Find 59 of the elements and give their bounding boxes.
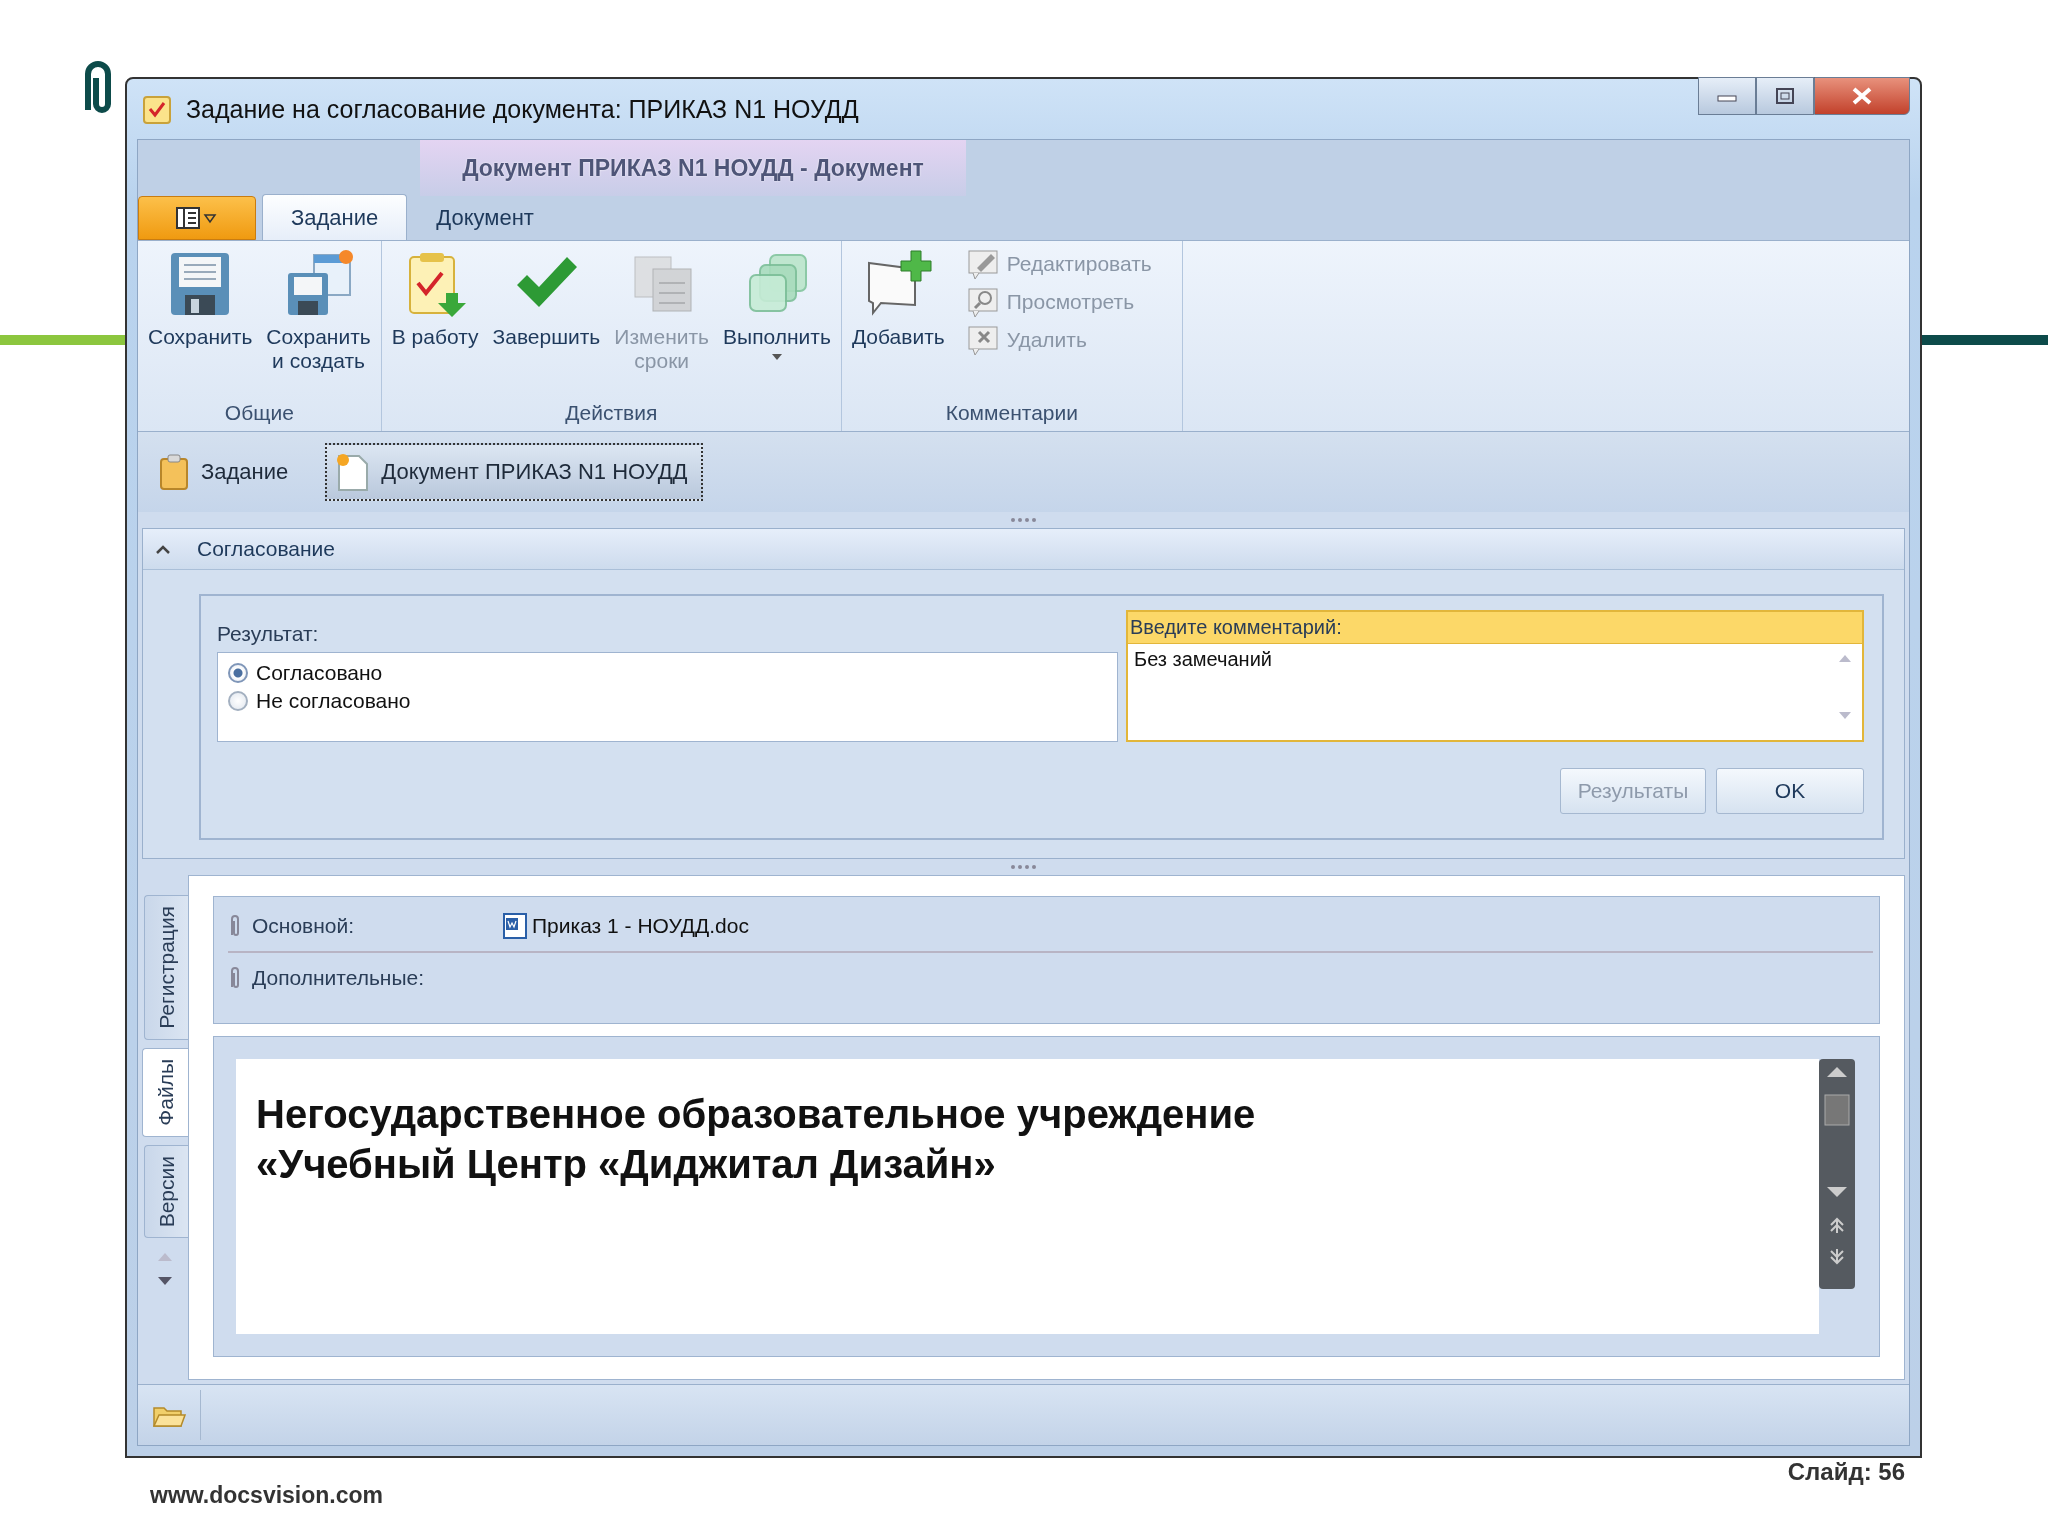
radio-label: Не согласовано	[256, 689, 411, 713]
splitter-grip-icon	[1009, 517, 1038, 523]
slide-number: Слайд: 56	[1787, 1458, 1905, 1486]
ribbon-button[interactable]: Выполнить	[719, 247, 835, 397]
caret-icon	[770, 353, 783, 361]
group-label: Комментарии	[944, 400, 1079, 426]
document-text: «Учебный Центр «Диджитал Дизайн»	[256, 1141, 997, 1188]
scrollbar-icon	[1819, 1059, 1855, 1289]
maximize-button[interactable]	[1756, 77, 1814, 115]
ribbon-tab[interactable]: Задание	[262, 194, 408, 240]
comment-field[interactable]: Без замечаний	[1128, 643, 1862, 740]
paperclip-icon	[228, 965, 242, 991]
ribbon-button[interactable]: В работу	[387, 247, 483, 397]
delete-comment-icon	[966, 324, 999, 356]
ribbon-tab[interactable]: Документ	[407, 194, 563, 240]
dialog-button[interactable]: OK	[1716, 768, 1864, 814]
pencil-comment-icon	[966, 248, 999, 280]
magnifier-comment-icon	[966, 286, 999, 318]
word-document-icon	[502, 912, 530, 940]
radio-option[interactable]: Согласовано	[228, 661, 1107, 685]
close-icon	[1851, 87, 1873, 105]
window-title: Задание на согласование документа: ПРИКАЗ N1 НОУДД	[186, 94, 860, 124]
scroll-down-icon	[157, 1275, 173, 1286]
scroll-up-icon	[157, 1251, 173, 1262]
file-link[interactable]: Приказ 1 - НОУДД.doc	[502, 912, 749, 940]
paperclip-icon	[228, 913, 242, 939]
field-label: Результат:	[217, 621, 320, 647]
radio-button[interactable]	[228, 691, 248, 711]
file-label: Дополнительные:	[252, 966, 426, 990]
document-tab[interactable]: Документ ПРИКАЗ N1 НОУДД	[325, 443, 704, 501]
clipboard-check-icon	[142, 93, 172, 125]
side-tab[interactable]: Регистрация	[144, 895, 188, 1040]
application-menu-button[interactable]	[138, 196, 256, 240]
contextual-tab-header: Документ ПРИКАЗ N1 НОУДД - Документ	[420, 140, 966, 196]
minimize-button[interactable]	[1698, 77, 1756, 115]
side-tab[interactable]: Файлы	[142, 1047, 188, 1137]
panel-dropdown-icon	[175, 206, 219, 230]
radio-label: Согласовано	[256, 661, 383, 685]
maximize-icon	[1775, 87, 1795, 105]
splitter-grip-icon	[1009, 864, 1038, 870]
file-label: Основной:	[252, 914, 356, 938]
side-tab[interactable]: Версии	[144, 1144, 188, 1238]
clipboard-icon	[159, 453, 189, 491]
field-label: Введите комментарий:	[1128, 612, 1862, 643]
ribbon-button[interactable]: Сохранить	[144, 247, 257, 397]
collapse-icon	[155, 544, 171, 554]
section-header[interactable]: Согласование	[143, 529, 1904, 570]
group-label: Общие	[223, 400, 295, 426]
website-url: www.docsvision.com	[150, 1482, 384, 1509]
document-text: Негосударственное образовательное учреждение	[256, 1091, 1257, 1138]
ribbon-button[interactable]: Сохранить и создать	[262, 247, 375, 397]
ribbon-button[interactable]: Завершить	[488, 247, 605, 397]
document-tab[interactable]: Задание	[150, 443, 304, 501]
document-icon	[335, 452, 370, 492]
group-label: Действия	[564, 400, 659, 426]
close-button[interactable]	[1814, 77, 1910, 115]
radio-option[interactable]: Не согласовано	[228, 689, 1107, 713]
ribbon-button[interactable]: Добавить	[847, 247, 949, 397]
radio-button[interactable]	[228, 663, 248, 683]
